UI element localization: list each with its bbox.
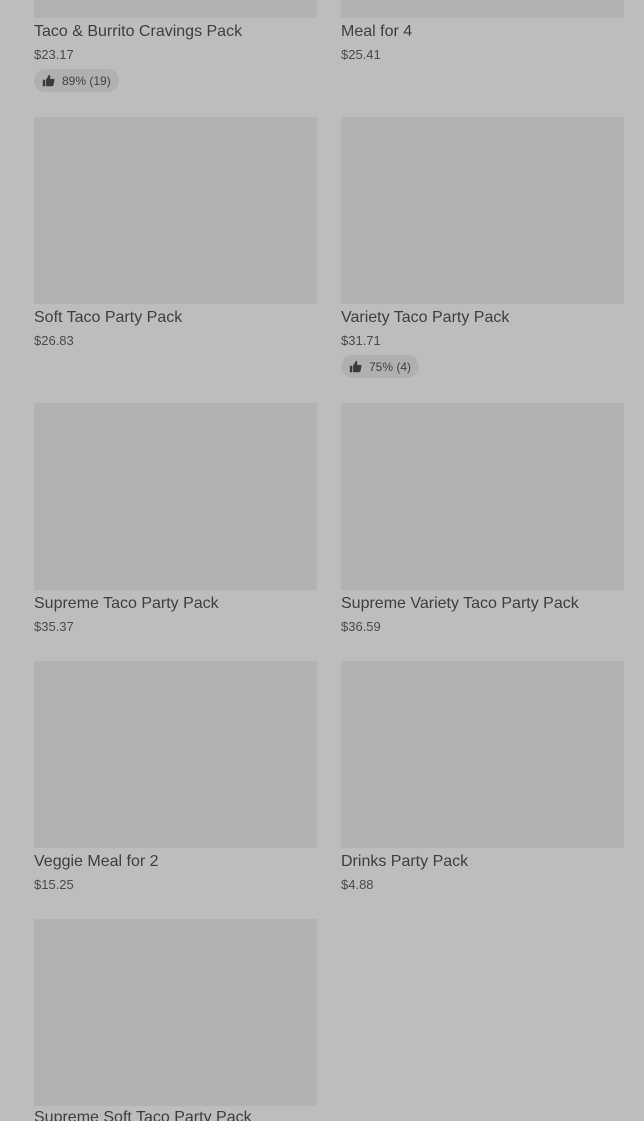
rating-text: 89% (19) — [62, 73, 111, 88]
item-name: Meal for 4 — [341, 23, 413, 40]
menu-item-supreme-variety-taco-party-pack[interactable]: Supreme Variety Taco Party Pack $36.59 — [341, 403, 624, 643]
item-image[interactable] — [34, 919, 317, 1106]
item-name: Drinks Party Pack — [341, 853, 469, 870]
item-price: $26.83 — [34, 333, 74, 348]
item-name: Supreme Taco Party Pack — [34, 595, 219, 612]
item-name: Soft Taco Party Pack — [34, 309, 183, 326]
menu-item-variety-taco-party-pack[interactable]: Variety Taco Party Pack $31.71 75% (4) — [341, 117, 624, 382]
item-price: $4.88 — [341, 877, 374, 892]
thumbs-up-icon — [42, 74, 55, 87]
thumbs-up-icon — [349, 360, 362, 373]
item-name: Supreme Variety Taco Party Pack — [341, 595, 579, 612]
menu-item-meal-for-4[interactable]: Meal for 4 $25.41 — [341, 0, 624, 70]
rating-badge: 89% (19) — [34, 69, 119, 92]
menu-item-veggie-meal-for-2[interactable]: Veggie Meal for 2 $15.25 — [34, 661, 317, 901]
item-price: $36.59 — [341, 619, 381, 634]
item-image[interactable] — [341, 403, 624, 590]
menu-item-supreme-soft-taco-party-pack[interactable]: Supreme Soft Taco Party Pack — [34, 919, 317, 1121]
item-name: Supreme Soft Taco Party Pack — [34, 1109, 252, 1121]
menu-item-drinks-party-pack[interactable]: Drinks Party Pack $4.88 — [341, 661, 624, 901]
menu-item-soft-taco-party-pack[interactable]: Soft Taco Party Pack $26.83 — [34, 117, 317, 357]
item-price: $15.25 — [34, 877, 74, 892]
rating-text: 75% (4) — [369, 359, 412, 374]
item-image[interactable] — [341, 117, 624, 304]
item-price: $35.37 — [34, 619, 74, 634]
item-name: Taco & Burrito Cravings Pack — [34, 23, 243, 40]
menu-item-supreme-taco-party-pack[interactable]: Supreme Taco Party Pack $35.37 — [34, 403, 317, 643]
menu-grid: Taco & Burrito Cravings Pack $23.17 89% … — [0, 0, 644, 1121]
item-image[interactable] — [34, 661, 317, 848]
menu-item-taco-burrito-cravings-pack[interactable]: Taco & Burrito Cravings Pack $23.17 89% … — [34, 0, 317, 95]
item-image[interactable] — [34, 403, 317, 590]
item-price: $25.41 — [341, 47, 381, 62]
item-image[interactable] — [341, 661, 624, 848]
item-image[interactable] — [341, 0, 624, 18]
item-name: Veggie Meal for 2 — [34, 853, 159, 870]
item-price: $31.71 — [341, 333, 381, 348]
rating-badge: 75% (4) — [341, 355, 420, 378]
item-price: $23.17 — [34, 47, 74, 62]
item-image[interactable] — [34, 117, 317, 304]
item-image[interactable] — [34, 0, 317, 18]
item-name: Variety Taco Party Pack — [341, 309, 510, 326]
